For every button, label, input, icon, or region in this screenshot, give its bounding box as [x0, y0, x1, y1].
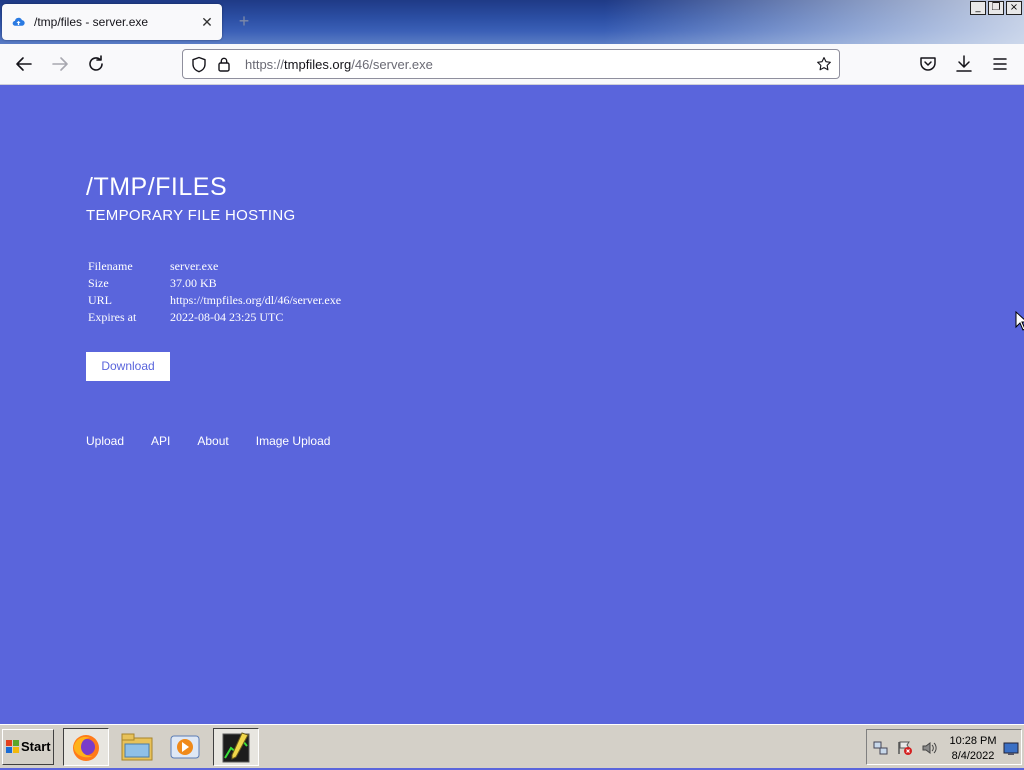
start-button[interactable]: Start: [2, 729, 54, 765]
download-button[interactable]: Download: [86, 352, 170, 381]
table-row: URL https://tmpfiles.org/dl/46/server.ex…: [86, 292, 343, 309]
image-upload-link[interactable]: Image Upload: [256, 434, 331, 448]
info-label: URL: [88, 293, 112, 307]
reload-button[interactable]: [84, 52, 108, 76]
action-center-alert-icon[interactable]: [897, 740, 913, 756]
taskbar: Start 10:28 PM 8/4/2022: [0, 724, 1024, 768]
firefox-icon: [73, 735, 99, 761]
pocket-icon: [920, 57, 936, 71]
table-row: Filename server.exe: [86, 258, 343, 275]
forward-button[interactable]: [48, 52, 72, 76]
hamburger-menu-icon: [993, 58, 1007, 70]
taskbar-explorer[interactable]: [115, 728, 161, 766]
tracking-shield-icon[interactable]: [191, 56, 207, 73]
start-label: Start: [21, 739, 51, 754]
cloud-upload-icon: [12, 17, 25, 26]
downloads-button[interactable]: [952, 52, 976, 76]
upload-link[interactable]: Upload: [86, 434, 124, 448]
clock-date: 8/4/2022: [951, 750, 995, 762]
table-row: Expires at 2022-08-04 23:25 UTC: [86, 309, 343, 326]
tab-close-icon[interactable]: ✕: [198, 13, 216, 31]
url-host: tmpfiles.org: [284, 57, 352, 72]
info-label: Filename: [88, 259, 133, 273]
restore-button[interactable]: ❐: [988, 1, 1004, 15]
close-window-button[interactable]: ×: [1006, 1, 1022, 15]
info-value: 37.00 KB: [170, 276, 217, 290]
tab-strip: /tmp/files - server.exe ✕ + _ ❐ ×: [0, 0, 1024, 44]
reload-icon: [89, 55, 103, 71]
taskbar-media-player[interactable]: [163, 728, 209, 766]
site-subtitle: TEMPORARY FILE HOSTING: [86, 207, 296, 224]
mouse-cursor-icon: [1015, 311, 1024, 331]
url-text: https://tmpfiles.org/46/server.exe: [245, 57, 433, 72]
show-desktop-icon[interactable]: [1003, 740, 1019, 756]
new-tab-button[interactable]: +: [234, 11, 254, 31]
navigation-toolbar: https://tmpfiles.org/46/server.exe: [0, 44, 1024, 85]
menu-button[interactable]: [988, 52, 1012, 76]
back-button[interactable]: [12, 52, 36, 76]
url-scheme: https://: [245, 57, 285, 72]
browser-tab[interactable]: /tmp/files - server.exe ✕: [2, 4, 222, 40]
tab-title: /tmp/files - server.exe: [34, 15, 149, 29]
info-value: https://tmpfiles.org/dl/46/server.exe: [170, 293, 342, 307]
file-info-table: Filename server.exe Size 37.00 KB URL ht…: [86, 258, 343, 326]
page-content: /TMP/FILES TEMPORARY FILE HOSTING Filena…: [0, 85, 1024, 724]
info-label: Expires at: [88, 310, 137, 324]
volume-icon[interactable]: [921, 740, 937, 756]
back-arrow-icon: [16, 57, 32, 71]
pocket-button[interactable]: [916, 52, 940, 76]
taskbar-firefox[interactable]: [63, 728, 109, 766]
taskbar-task-manager[interactable]: [213, 728, 259, 766]
clock-time: 10:28 PM: [949, 735, 997, 747]
system-tray: 10:28 PM 8/4/2022: [866, 729, 1022, 765]
bookmark-star-icon[interactable]: [815, 55, 833, 73]
lock-icon[interactable]: [217, 56, 231, 72]
about-link[interactable]: About: [197, 434, 228, 448]
network-icon[interactable]: [873, 740, 889, 756]
minimize-button[interactable]: _: [970, 1, 986, 15]
info-value: server.exe: [170, 259, 219, 273]
file-explorer-icon: [121, 733, 153, 761]
forward-arrow-icon: [52, 57, 68, 71]
info-value: 2022-08-04 23:25 UTC: [170, 310, 284, 324]
clock[interactable]: 10:28 PM 8/4/2022: [949, 734, 997, 764]
footer-nav: Upload API About Image Upload: [86, 434, 357, 448]
media-player-icon: [170, 735, 200, 759]
task-manager-icon: [222, 732, 250, 763]
info-label: Size: [88, 276, 109, 290]
url-path: /46/server.exe: [351, 57, 433, 72]
api-link[interactable]: API: [151, 434, 170, 448]
download-icon: [956, 55, 972, 72]
address-bar[interactable]: https://tmpfiles.org/46/server.exe: [182, 49, 840, 79]
table-row: Size 37.00 KB: [86, 275, 343, 292]
site-title: /TMP/FILES: [86, 173, 228, 201]
window-controls: _ ❐ ×: [970, 1, 1022, 15]
windows-flag-icon: [6, 740, 19, 753]
